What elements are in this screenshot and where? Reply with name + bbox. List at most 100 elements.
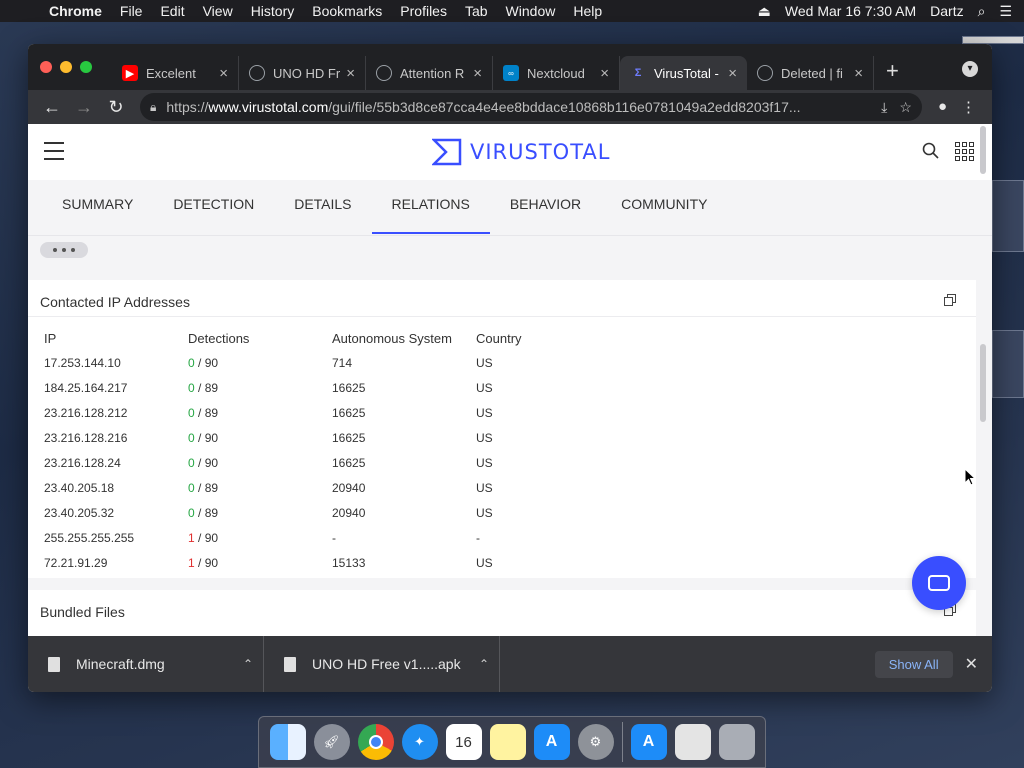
menu-window[interactable]: Window <box>497 3 565 19</box>
address-bar[interactable]: 🔒︎ https://www.virustotal.com/gui/file/5… <box>140 93 922 121</box>
chat-button[interactable] <box>912 556 966 610</box>
safari-compass-icon[interactable]: ✦ <box>401 724 438 760</box>
browser-tab[interactable]: ▶ Excelent × <box>112 56 239 90</box>
table-row[interactable]: 72.21.91.29 1 / 90 15133 US <box>44 550 620 575</box>
asn-cell[interactable]: 15133 <box>332 550 476 575</box>
table-row[interactable]: 23.40.205.32 0 / 89 20940 US <box>44 500 620 525</box>
menu-view[interactable]: View <box>194 3 242 19</box>
menu-app-name[interactable]: Chrome <box>40 3 111 19</box>
apps-grid-icon[interactable] <box>955 142 974 161</box>
spotlight-search-icon[interactable]: ⌕ <box>978 3 986 20</box>
search-icon[interactable] <box>922 142 940 160</box>
close-download-shelf-icon[interactable]: ✕ <box>965 654 978 674</box>
tab-close-icon[interactable]: × <box>854 65 863 82</box>
reload-icon[interactable]: ↻ <box>100 97 132 118</box>
close-window-button[interactable] <box>40 61 52 73</box>
ip-cell[interactable]: 184.25.164.217 <box>44 375 188 400</box>
more-options-pill[interactable] <box>40 242 88 258</box>
tab-search-chevron-icon[interactable]: ▾ <box>962 61 978 77</box>
chevron-up-icon[interactable]: ⌃ <box>233 657 263 671</box>
chevron-up-icon[interactable]: ⌃ <box>469 657 499 671</box>
back-arrow-icon[interactable]: ← <box>36 97 68 118</box>
download-item[interactable]: Minecraft.dmg ⌃ <box>28 636 264 692</box>
launchpad-rocket-icon[interactable]: 🚀︎ <box>313 724 350 760</box>
menubar-user[interactable]: Dartz <box>930 3 963 19</box>
ip-cell[interactable]: 17.253.144.10 <box>44 350 188 375</box>
tab-close-icon[interactable]: × <box>473 65 482 82</box>
browser-tab[interactable]: Deleted | fi × <box>747 56 874 90</box>
asn-cell[interactable]: 20940 <box>332 475 476 500</box>
table-row[interactable]: 23.216.128.24 0 / 90 16625 US <box>44 450 620 475</box>
ip-cell[interactable]: 23.216.128.212 <box>44 400 188 425</box>
ip-cell[interactable]: 23.216.128.24 <box>44 450 188 475</box>
table-row[interactable]: 17.253.144.10 0 / 90 714 US <box>44 350 620 375</box>
main-scroll-thumb[interactable] <box>980 344 986 422</box>
ip-cell[interactable]: 255.255.255.255 <box>44 525 188 550</box>
menu-tab[interactable]: Tab <box>456 3 497 19</box>
finder-icon[interactable] <box>269 724 306 760</box>
page-scrollbar[interactable] <box>980 124 988 636</box>
hamburger-menu-icon[interactable] <box>44 142 64 166</box>
asn-cell[interactable]: 20940 <box>332 500 476 525</box>
table-row[interactable]: 255.255.255.255 1 / 90- - <box>44 525 620 550</box>
ip-cell[interactable]: 23.40.205.32 <box>44 500 188 525</box>
notes-icon[interactable] <box>489 724 526 760</box>
ip-cell[interactable]: 23.216.128.216 <box>44 425 188 450</box>
minimize-window-button[interactable] <box>60 61 72 73</box>
lock-icon[interactable]: 🔒︎ <box>150 100 156 115</box>
app-store-downloads-icon[interactable]: A <box>630 724 667 760</box>
tab-behavior[interactable]: BEHAVIOR <box>490 180 601 236</box>
download-item[interactable]: UNO HD Free v1.....apk ⌃ <box>264 636 500 692</box>
tab-community[interactable]: COMMUNITY <box>601 180 727 236</box>
tab-details[interactable]: DETAILS <box>274 180 371 236</box>
asn-cell[interactable]: 714 <box>332 350 476 375</box>
url-text[interactable]: https://www.virustotal.com/gui/file/55b3… <box>166 99 869 115</box>
show-all-downloads-button[interactable]: Show All <box>874 650 953 678</box>
menu-profiles[interactable]: Profiles <box>391 3 456 19</box>
asn-cell[interactable]: - <box>332 525 476 550</box>
asn-cell[interactable]: 16625 <box>332 400 476 425</box>
browser-tab[interactable]: Attention R × <box>366 56 493 90</box>
menu-bookmarks[interactable]: Bookmarks <box>303 3 391 19</box>
document-icon[interactable] <box>674 724 711 760</box>
browser-tab-active[interactable]: Σ VirusTotal - × <box>620 56 747 90</box>
asn-cell[interactable]: 16625 <box>332 375 476 400</box>
tab-detection[interactable]: DETECTION <box>153 180 274 236</box>
copy-icon[interactable] <box>944 294 956 306</box>
ip-cell[interactable]: 23.40.205.18 <box>44 475 188 500</box>
upper-scroll-thumb[interactable] <box>980 126 986 174</box>
table-row[interactable]: 184.25.164.217 0 / 89 16625 US <box>44 375 620 400</box>
tab-relations[interactable]: RELATIONS <box>371 180 491 236</box>
table-row[interactable]: 23.216.128.212 0 / 89 16625 US <box>44 400 620 425</box>
forward-arrow-icon[interactable]: → <box>68 97 100 118</box>
tab-close-icon[interactable]: × <box>728 65 737 82</box>
chrome-icon[interactable] <box>357 724 394 760</box>
browser-tab[interactable]: UNO HD Fr × <box>239 56 366 90</box>
menu-edit[interactable]: Edit <box>151 3 193 19</box>
system-preferences-gear-icon[interactable]: ⚙ <box>577 724 614 760</box>
table-row[interactable]: 23.216.128.216 0 / 90 16625 US <box>44 425 620 450</box>
menubar-datetime[interactable]: Wed Mar 16 7:30 AM <box>785 3 916 19</box>
calendar-icon[interactable]: 16 <box>445 724 482 760</box>
control-center-icon[interactable]: ☰ <box>999 3 1012 20</box>
menu-history[interactable]: History <box>242 3 304 19</box>
app-store-icon[interactable]: A <box>533 724 570 760</box>
tab-summary[interactable]: SUMMARY <box>42 180 153 236</box>
asn-cell[interactable]: 16625 <box>332 450 476 475</box>
kebab-menu-icon[interactable]: ⋮ <box>961 98 976 116</box>
trash-icon[interactable] <box>718 724 755 760</box>
bookmark-star-icon[interactable]: ☆ <box>899 99 912 116</box>
zoom-window-button[interactable] <box>80 61 92 73</box>
browser-tab[interactable]: ∞ Nextcloud × <box>493 56 620 90</box>
new-tab-plus-icon[interactable]: + <box>874 58 911 84</box>
ip-cell[interactable]: 72.21.91.29 <box>44 550 188 575</box>
profile-avatar-icon[interactable]: ● <box>938 98 947 116</box>
table-row[interactable]: 23.40.205.18 0 / 89 20940 US <box>44 475 620 500</box>
menu-help[interactable]: Help <box>564 3 611 19</box>
tab-close-icon[interactable]: × <box>219 65 228 82</box>
asn-cell[interactable]: 16625 <box>332 425 476 450</box>
install-app-icon[interactable]: ⤓ <box>881 99 887 116</box>
tab-close-icon[interactable]: × <box>600 65 609 82</box>
eject-icon[interactable]: ⏏ <box>758 3 771 20</box>
menu-file[interactable]: File <box>111 3 152 19</box>
